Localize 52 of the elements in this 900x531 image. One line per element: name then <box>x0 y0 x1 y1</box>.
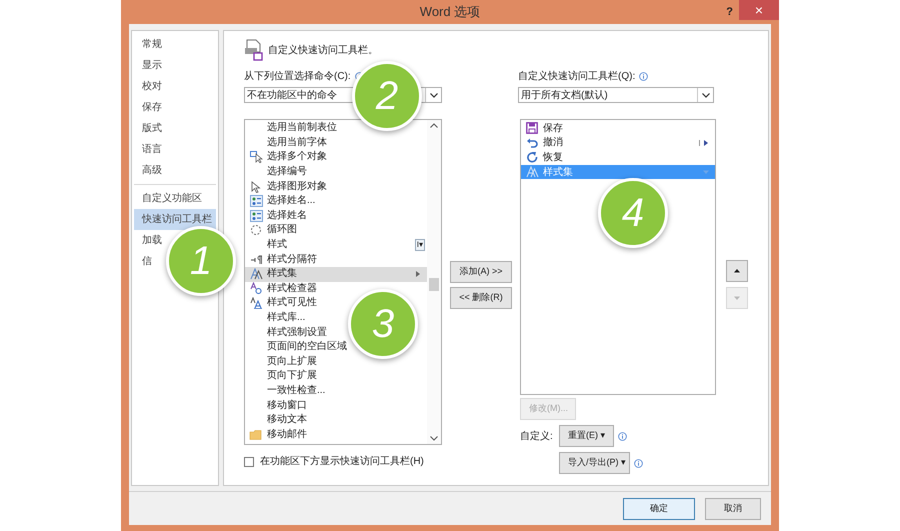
sidebar-item[interactable]: 信 <box>134 251 154 272</box>
window-title: Word 选项 <box>420 3 480 22</box>
command-item[interactable]: 样式强制设置 <box>267 326 327 340</box>
reset-button[interactable]: 重置(E) ▾ <box>559 425 614 447</box>
command-item[interactable]: 样式可见性 <box>267 296 317 310</box>
command-item[interactable]: 页面间的空白区域 <box>267 340 347 354</box>
toolbar-item[interactable]: 恢复 <box>521 150 715 165</box>
remove-button[interactable]: << 删除(R) <box>450 287 512 309</box>
command-item[interactable]: 页向下扩展 <box>267 369 317 384</box>
add-button[interactable]: 添加(A) >> <box>450 261 512 283</box>
sidebar-item[interactable]: 版式 <box>134 118 164 139</box>
command-item[interactable]: 选择多个对象 <box>267 150 327 164</box>
sidebar-item[interactable]: 快速访问工具栏 <box>134 209 216 230</box>
command-item[interactable]: 选用当前制表位 <box>267 121 337 136</box>
sidebar-item[interactable]: 高级 <box>134 160 164 181</box>
sidebar-item[interactable]: 常规 <box>134 34 164 55</box>
command-item[interactable]: 选用当前字体 <box>267 136 327 150</box>
checkbox-label: 在功能区下方显示快速访问工具栏(H) <box>260 454 424 469</box>
sidebar-item[interactable]: 保存 <box>134 97 164 118</box>
sidebar-item[interactable]: 语言 <box>134 139 164 160</box>
customize-label: 自定义: <box>520 430 554 444</box>
command-item[interactable]: 样式库... <box>267 311 306 326</box>
import-export-button[interactable]: 导入/导出(P) ▾ <box>559 452 630 474</box>
command-item[interactable]: 样式分隔符 <box>267 252 317 267</box>
command-item[interactable]: 循环图 <box>267 223 297 238</box>
style-dropdown-button[interactable]: I▾ <box>414 239 425 252</box>
cancel-button[interactable]: 取消 <box>705 498 761 520</box>
command-item[interactable]: 移动文本 <box>267 413 307 428</box>
toolbar-item[interactable]: 保存 <box>521 121 715 136</box>
sidebar-item[interactable]: 加载 <box>134 230 164 251</box>
command-item[interactable]: 移动邮件 <box>267 428 307 442</box>
command-item[interactable]: 移动窗口 <box>267 398 307 413</box>
command-item[interactable]: 样式 <box>267 238 287 252</box>
command-item[interactable]: 样式集 <box>245 266 427 282</box>
ok-button[interactable]: 确定 <box>623 498 695 520</box>
command-item[interactable]: 页向上扩展 <box>267 354 317 369</box>
close-button[interactable]: × <box>739 0 779 20</box>
sidebar-item[interactable]: 显示 <box>134 55 164 76</box>
target-dropdown[interactable]: 用于所有文档(默认) <box>518 87 714 103</box>
source-label: 从下列位置选择命令(C): <box>244 70 351 84</box>
toolbar-item[interactable]: 撤消 <box>521 136 715 150</box>
sidebar-item[interactable]: 自定义功能区 <box>134 188 204 209</box>
command-item[interactable]: 选择编号 <box>267 165 307 180</box>
command-item[interactable]: 选择姓名 <box>267 208 307 223</box>
help-button[interactable]: ? <box>726 4 733 20</box>
sidebar-item[interactable]: 校对 <box>134 76 164 97</box>
command-item[interactable]: 样式检查器 <box>267 282 317 296</box>
target-label: 自定义快速访问工具栏(Q): <box>518 70 636 84</box>
command-item[interactable]: 一致性检查... <box>267 384 326 398</box>
section-heading: 自定义快速访问工具栏。 <box>268 44 378 58</box>
command-item[interactable]: 选择姓名... <box>267 194 316 208</box>
command-item[interactable]: 选择图形对象 <box>267 180 327 194</box>
